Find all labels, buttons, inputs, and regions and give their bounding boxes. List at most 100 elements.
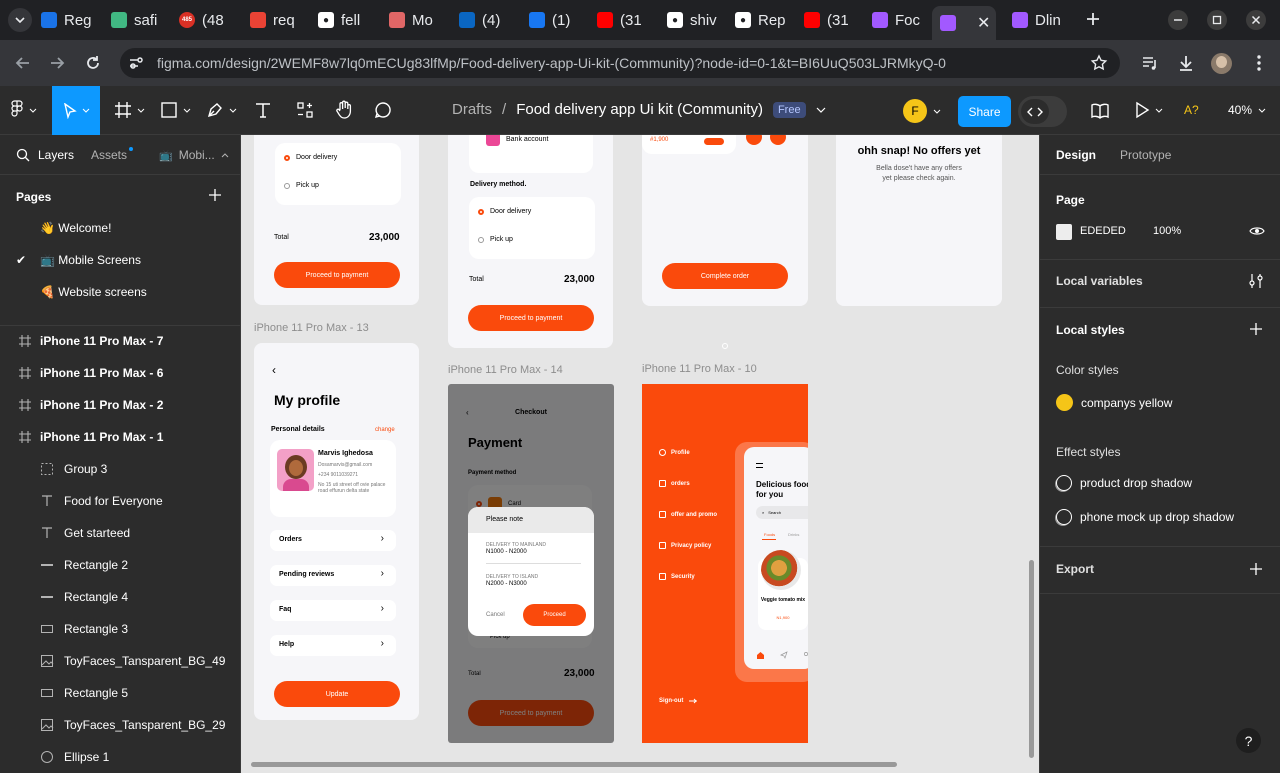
layer-item[interactable]: iPhone 11 Pro Max - 7 (0, 325, 240, 357)
close-tab-icon[interactable]: ✕ (977, 13, 990, 33)
zoom-control[interactable]: 40% (1228, 103, 1266, 117)
delete-button[interactable] (746, 135, 762, 145)
layers-tab[interactable]: Layers (16, 148, 74, 162)
shape-tool-button[interactable] (160, 101, 191, 119)
browser-tab[interactable]: ✕ (932, 6, 996, 40)
help-button[interactable]: ? (1236, 728, 1261, 753)
back-chevron[interactable]: ‹ (272, 363, 276, 377)
back-arrow-icon[interactable] (14, 54, 32, 72)
move-tool-button[interactable] (52, 86, 100, 135)
tab-search-button[interactable] (8, 8, 32, 32)
browser-tab[interactable]: Mo (389, 8, 451, 32)
drafts-link[interactable]: Drafts (452, 101, 492, 118)
frame-label[interactable]: iPhone 11 Pro Max - 14 (448, 364, 563, 376)
effect-style-row[interactable]: product drop shadow (1056, 475, 1266, 491)
browser-tab[interactable]: ● fell (318, 8, 380, 32)
profile-avatar[interactable] (1211, 53, 1232, 74)
color-style-row[interactable]: companys yellow (1056, 394, 1266, 411)
main-menu-button[interactable] (10, 100, 37, 120)
layer-item[interactable]: Rectangle 4 (0, 581, 240, 613)
layer-item[interactable]: Food for Everyone (0, 485, 240, 517)
close-window-button[interactable] (1246, 10, 1266, 30)
page-item[interactable]: 🍕 Website screens (0, 276, 240, 308)
profile-menu-row[interactable]: Faq › (270, 600, 396, 621)
menu-item[interactable]: offer and promo (659, 511, 717, 518)
browser-tab[interactable]: req (250, 8, 312, 32)
browser-tab[interactable]: 485 (48 (179, 8, 241, 32)
tab-drinks[interactable]: Drinks (788, 532, 799, 537)
food-card[interactable]: Veggie tomato mix N1,900 (758, 550, 808, 630)
search-bar[interactable]: ⌕ Search (756, 506, 808, 519)
browser-tab[interactable]: (4) (459, 8, 521, 32)
change-link[interactable]: change (375, 427, 395, 433)
layer-item[interactable]: Rectangle 3 (0, 613, 240, 645)
frame-tool-button[interactable] (114, 101, 145, 119)
layer-item[interactable]: iPhone 11 Pro Max - 6 (0, 357, 240, 389)
export-label[interactable]: Export (1056, 562, 1094, 576)
download-icon[interactable] (1177, 54, 1195, 72)
effect-style-row[interactable]: phone mock up drop shadow (1056, 509, 1266, 525)
eye-icon[interactable] (1249, 225, 1265, 237)
quantity-stepper[interactable] (704, 138, 724, 145)
menu-item[interactable]: Profile (659, 449, 690, 456)
missing-fonts-indicator[interactable]: A? (1184, 103, 1199, 117)
page-switcher[interactable]: 📺 Mobi... (159, 148, 229, 162)
frame-label[interactable]: iPhone 11 Pro Max - 10 (642, 363, 757, 375)
browser-tab[interactable]: (1) (529, 8, 591, 32)
update-button[interactable]: Update (274, 681, 400, 707)
resources-tool-icon[interactable] (296, 101, 314, 119)
delivery-method-screen-partial[interactable]: Bank account Delivery method. Door deliv… (448, 135, 613, 348)
file-name[interactable]: Food delivery app Ui kit (Community) (516, 101, 763, 118)
cancel-button[interactable]: Cancel (486, 612, 505, 618)
dev-mode-toggle[interactable] (1018, 96, 1067, 127)
browser-tab[interactable]: ● Rep (735, 8, 797, 32)
frame-label[interactable]: iPhone 11 Pro Max - 13 (254, 322, 369, 334)
new-tab-button[interactable] (1082, 8, 1104, 30)
pickup-option[interactable]: Pick up (478, 236, 513, 243)
home-icon[interactable] (756, 651, 765, 659)
browser-tab[interactable]: Reg (41, 8, 103, 32)
my-profile-screen[interactable]: ‹ My profile Personal details change Mar… (254, 343, 419, 720)
layer-item[interactable]: ToyFaces_Tansparent_BG_49 (0, 645, 240, 677)
minimize-button[interactable] (1168, 10, 1188, 30)
browser-tab[interactable]: safi (111, 8, 173, 32)
door-delivery-option[interactable]: Door delivery (284, 154, 337, 161)
page-bg-hex[interactable]: EDEDED (1080, 225, 1126, 237)
bookmark-star-icon[interactable] (1090, 54, 1108, 72)
site-settings-icon[interactable] (128, 55, 144, 71)
more-vertical-icon[interactable] (1250, 54, 1268, 72)
media-controls-icon[interactable] (1141, 54, 1159, 72)
add-style-icon[interactable] (1249, 322, 1263, 336)
menu-item[interactable]: orders (659, 480, 690, 487)
variables-sliders-icon[interactable] (1248, 273, 1264, 289)
browser-tab[interactable]: (31 (597, 8, 659, 32)
checkout-screen-partial[interactable]: Door delivery Pick up Total 23,000 Proce… (254, 135, 419, 305)
design-canvas[interactable]: Door delivery Pick up Total 23,000 Proce… (241, 135, 1039, 773)
profile-menu-row[interactable]: Orders › (270, 530, 396, 551)
present-button[interactable] (1134, 101, 1163, 119)
hamburger-menu-icon[interactable] (756, 463, 763, 468)
vertical-scrollbar[interactable] (1029, 560, 1034, 758)
door-delivery-option[interactable]: Door delivery (478, 208, 531, 215)
browser-tab[interactable]: Dlin (1012, 8, 1074, 32)
page-bg-opacity[interactable]: 100% (1153, 225, 1181, 237)
layer-item[interactable]: Rectangle 5 (0, 677, 240, 709)
library-book-icon[interactable] (1090, 102, 1110, 120)
text-tool-icon[interactable] (254, 101, 272, 119)
page-item[interactable]: ✔ 📺 Mobile Screens (0, 244, 240, 276)
layer-item[interactable]: Get starteed (0, 517, 240, 549)
no-offers-screen-partial[interactable]: ohh snap! No offers yet Bella dose't hav… (836, 135, 1002, 306)
assets-tab[interactable]: Assets (91, 148, 127, 162)
pickup-option[interactable]: Pick up (284, 182, 319, 189)
hand-tool-icon[interactable] (334, 100, 354, 120)
favorite-button[interactable] (770, 135, 786, 145)
complete-order-button[interactable]: Complete order (662, 263, 788, 289)
share-button[interactable]: Share (958, 96, 1011, 127)
side-menu-screen[interactable]: Profile orders offer and promo Privacy poli… (642, 384, 808, 743)
add-export-icon[interactable] (1249, 562, 1263, 576)
chevron-down-icon[interactable] (816, 107, 826, 113)
payment-screen[interactable]: ‹ Checkout Payment Payment method Card P… (448, 384, 614, 743)
layer-item[interactable]: Rectangle 2 (0, 549, 240, 581)
layer-item[interactable]: iPhone 11 Pro Max - 1 (0, 421, 240, 453)
url-input[interactable]: figma.com/design/2WEMF8w7lq0mECUg83lfMp/… (120, 48, 1120, 78)
